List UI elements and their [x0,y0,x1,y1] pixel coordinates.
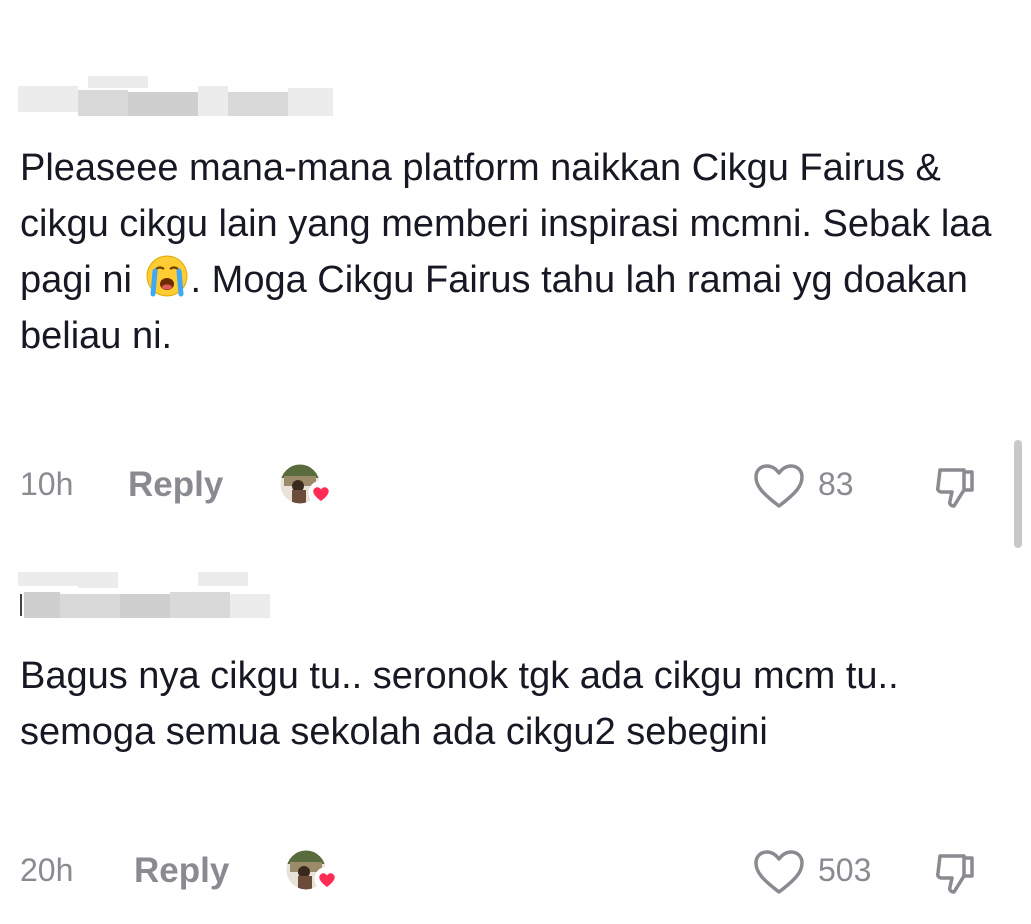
dislike-icon[interactable] [932,850,980,898]
comment-meta: 10h Reply 83 [20,460,990,510]
comment-time: 20h [20,852,74,888]
reply-button[interactable]: Reply [128,465,223,505]
comment-text: Bagus nya cikgu tu.. seronok tgk ada cik… [20,655,899,753]
heart-icon[interactable] [752,848,806,896]
creator-liked-badge [284,846,340,896]
reply-button[interactable]: Reply [134,851,229,891]
username-redacted [18,76,338,120]
heart-icon[interactable] [752,462,806,510]
loudly-crying-face-icon [146,255,188,297]
heart-badge-icon [314,866,340,892]
scrollbar[interactable] [1014,440,1022,548]
like-count: 83 [818,466,854,502]
dislike-icon[interactable] [932,464,980,512]
like-count: 503 [818,852,872,888]
comment-text: Pleaseee mana-mana platform naikkan Cikg… [20,140,1010,364]
heart-badge-icon [308,480,334,506]
username-redacted [18,572,338,618]
creator-liked-badge [278,460,334,510]
comment-meta: 20h Reply 503 [20,846,990,896]
comment-time: 10h [20,466,74,502]
